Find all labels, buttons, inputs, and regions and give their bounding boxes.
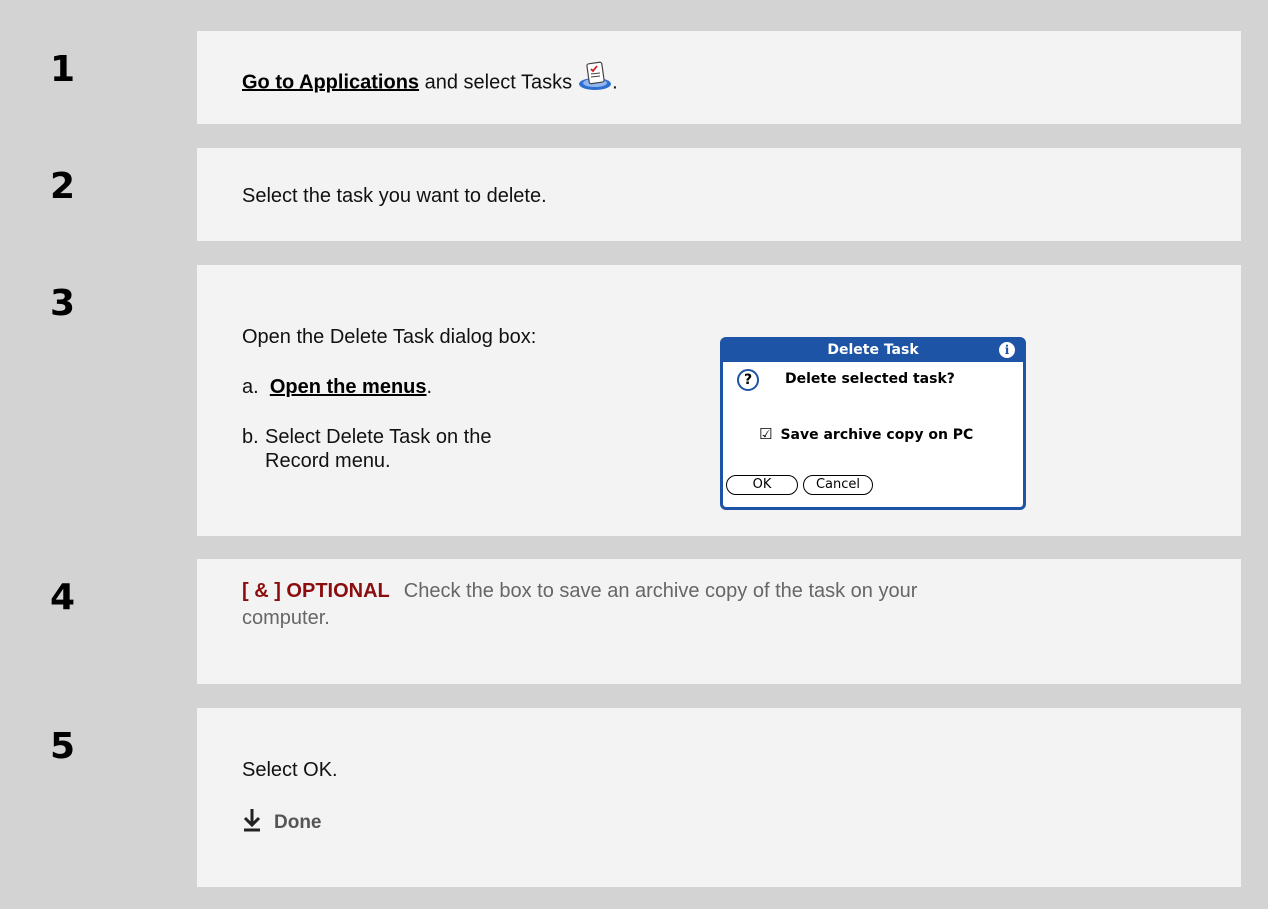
dialog-message: Delete selected task? bbox=[785, 371, 955, 387]
info-icon[interactable]: i bbox=[999, 342, 1015, 358]
tasks-icon bbox=[578, 61, 612, 97]
step-2: 2 Select the task you want to delete. bbox=[0, 148, 1241, 241]
step-4: 4 [ & ] OPTIONAL Check the box to save an… bbox=[0, 559, 1241, 684]
dialog-title-bar: Delete Task i bbox=[723, 340, 1023, 362]
arrow-down-icon bbox=[242, 808, 262, 838]
step-5: 5 Select OK. Done bbox=[0, 708, 1241, 887]
open-menus-link[interactable]: Open the menus bbox=[270, 376, 427, 398]
step-number: 2 bbox=[0, 148, 197, 241]
delete-task-dialog: Delete Task i ? Delete selected task? ☑ S… bbox=[720, 337, 1026, 510]
step-number: 1 bbox=[0, 31, 197, 124]
step-1: 1 Go to Applications and select Tasks . bbox=[0, 31, 1241, 124]
cancel-button[interactable]: Cancel bbox=[803, 475, 873, 495]
go-to-applications-link[interactable]: Go to Applications bbox=[242, 71, 419, 93]
ok-button[interactable]: OK bbox=[726, 475, 798, 495]
step-text: Check the box to save an archive copy of… bbox=[403, 580, 918, 602]
step-text: Select OK. bbox=[242, 759, 338, 781]
step-text: Select the task you want to delete. bbox=[242, 185, 547, 207]
checkbox-checked-icon: ☑ bbox=[759, 425, 773, 443]
dialog-title: Delete Task bbox=[827, 342, 919, 358]
question-icon: ? bbox=[737, 369, 759, 391]
step-number: 5 bbox=[0, 708, 197, 887]
done-indicator: Done bbox=[242, 808, 1241, 838]
save-archive-checkbox[interactable]: ☑ Save archive copy on PC bbox=[759, 425, 973, 443]
step-text: and select Tasks bbox=[419, 71, 573, 94]
step-number: 4 bbox=[0, 559, 197, 684]
step-3: 3 Open the Delete Task dialog box: a. Op… bbox=[0, 265, 1241, 536]
step-number: 3 bbox=[0, 265, 197, 536]
optional-label: [ & ] OPTIONAL bbox=[242, 580, 390, 602]
